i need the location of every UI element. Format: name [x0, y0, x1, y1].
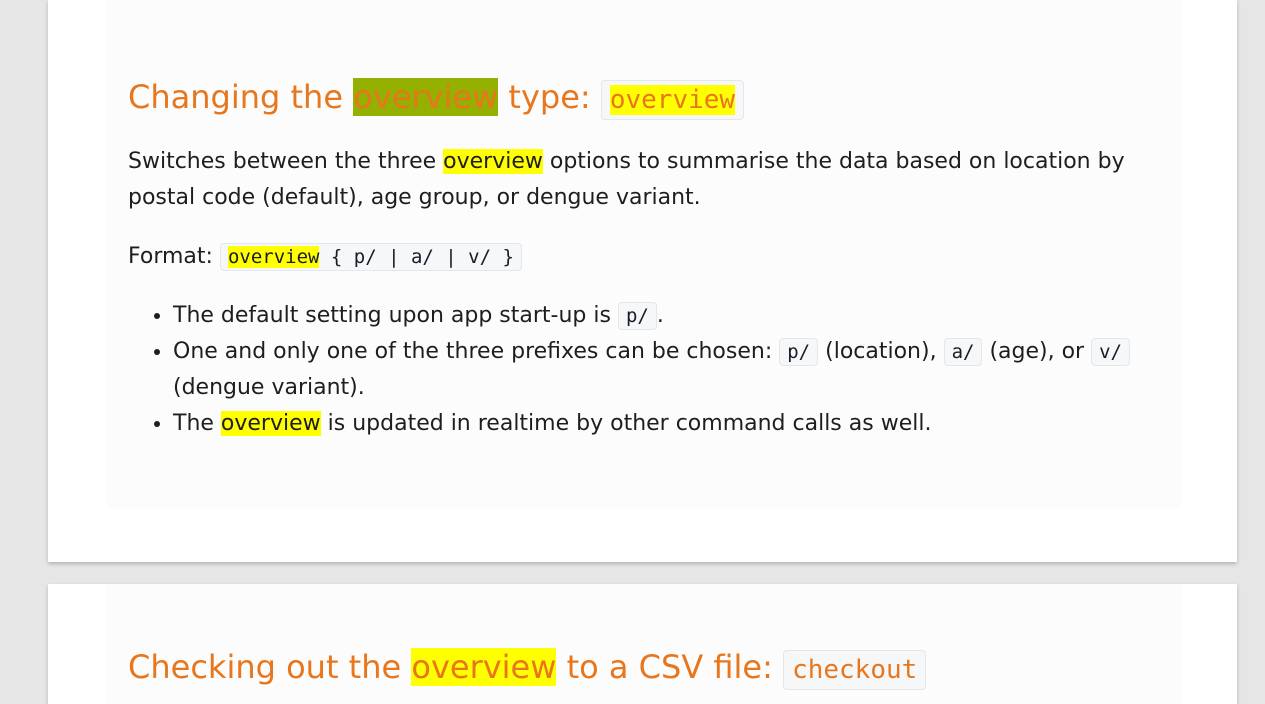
heading-command-code: overview	[600, 80, 745, 120]
inline-code: v/	[1091, 338, 1130, 366]
list-item-text: (dengue variant).	[173, 375, 365, 400]
list-item-text: is updated in realtime by other command …	[320, 411, 932, 436]
active-search-match: overview	[353, 78, 499, 116]
section-description: Switches between the three overview opti…	[128, 144, 1168, 216]
overview-section: Changing the overview type: overview Swi…	[107, 0, 1182, 508]
search-match: overview	[220, 411, 321, 436]
list-item-text: .	[656, 303, 664, 328]
notes-list: The default setting upon app start-up is…	[128, 298, 1213, 442]
desc-text-before: Switches between the three	[128, 149, 444, 174]
page-card: Changing the overview type: overview Swi…	[48, 0, 1237, 562]
heading-prefix: Changing the	[128, 78, 354, 116]
list-item-text: (location),	[818, 339, 944, 364]
list-item-text: The default setting upon app start-up is	[173, 303, 618, 328]
search-match: overview	[443, 149, 543, 174]
list-item-text: One and only one of the three prefixes c…	[173, 339, 780, 364]
list-item-text: (age), or	[982, 339, 1092, 364]
heading-suffix: to a CSV file:	[556, 648, 784, 686]
checkout-section: Checking out the overview to a CSV file:…	[107, 584, 1182, 704]
inline-code: p/	[617, 302, 657, 330]
list-item: One and only one of the three prefixes c…	[173, 334, 1213, 406]
format-code: overview { p/ | a/ | v/ }	[219, 243, 522, 271]
format-code-rest: { p/ | a/ | v/ }	[319, 246, 514, 268]
heading-command-code: checkout	[783, 650, 927, 690]
format-label: Format:	[128, 244, 220, 269]
list-item-text: The	[173, 411, 221, 436]
list-item: The default setting upon app start-up is…	[173, 298, 1213, 334]
search-match: overview	[411, 648, 557, 686]
section-heading: Checking out the overview to a CSV file:…	[128, 646, 927, 691]
heading-prefix: Checking out the	[128, 648, 412, 686]
inline-code: a/	[943, 338, 983, 366]
section-heading: Changing the overview type: overview	[128, 76, 745, 121]
page-card: Checking out the overview to a CSV file:…	[48, 584, 1237, 704]
inline-code: p/	[779, 338, 819, 366]
command-format: Format: overview { p/ | a/ | v/ }	[128, 239, 522, 275]
search-match: overview	[609, 85, 736, 115]
list-item: The overview is updated in realtime by o…	[173, 406, 1213, 442]
search-match: overview	[227, 246, 320, 268]
heading-suffix: type:	[498, 78, 601, 116]
